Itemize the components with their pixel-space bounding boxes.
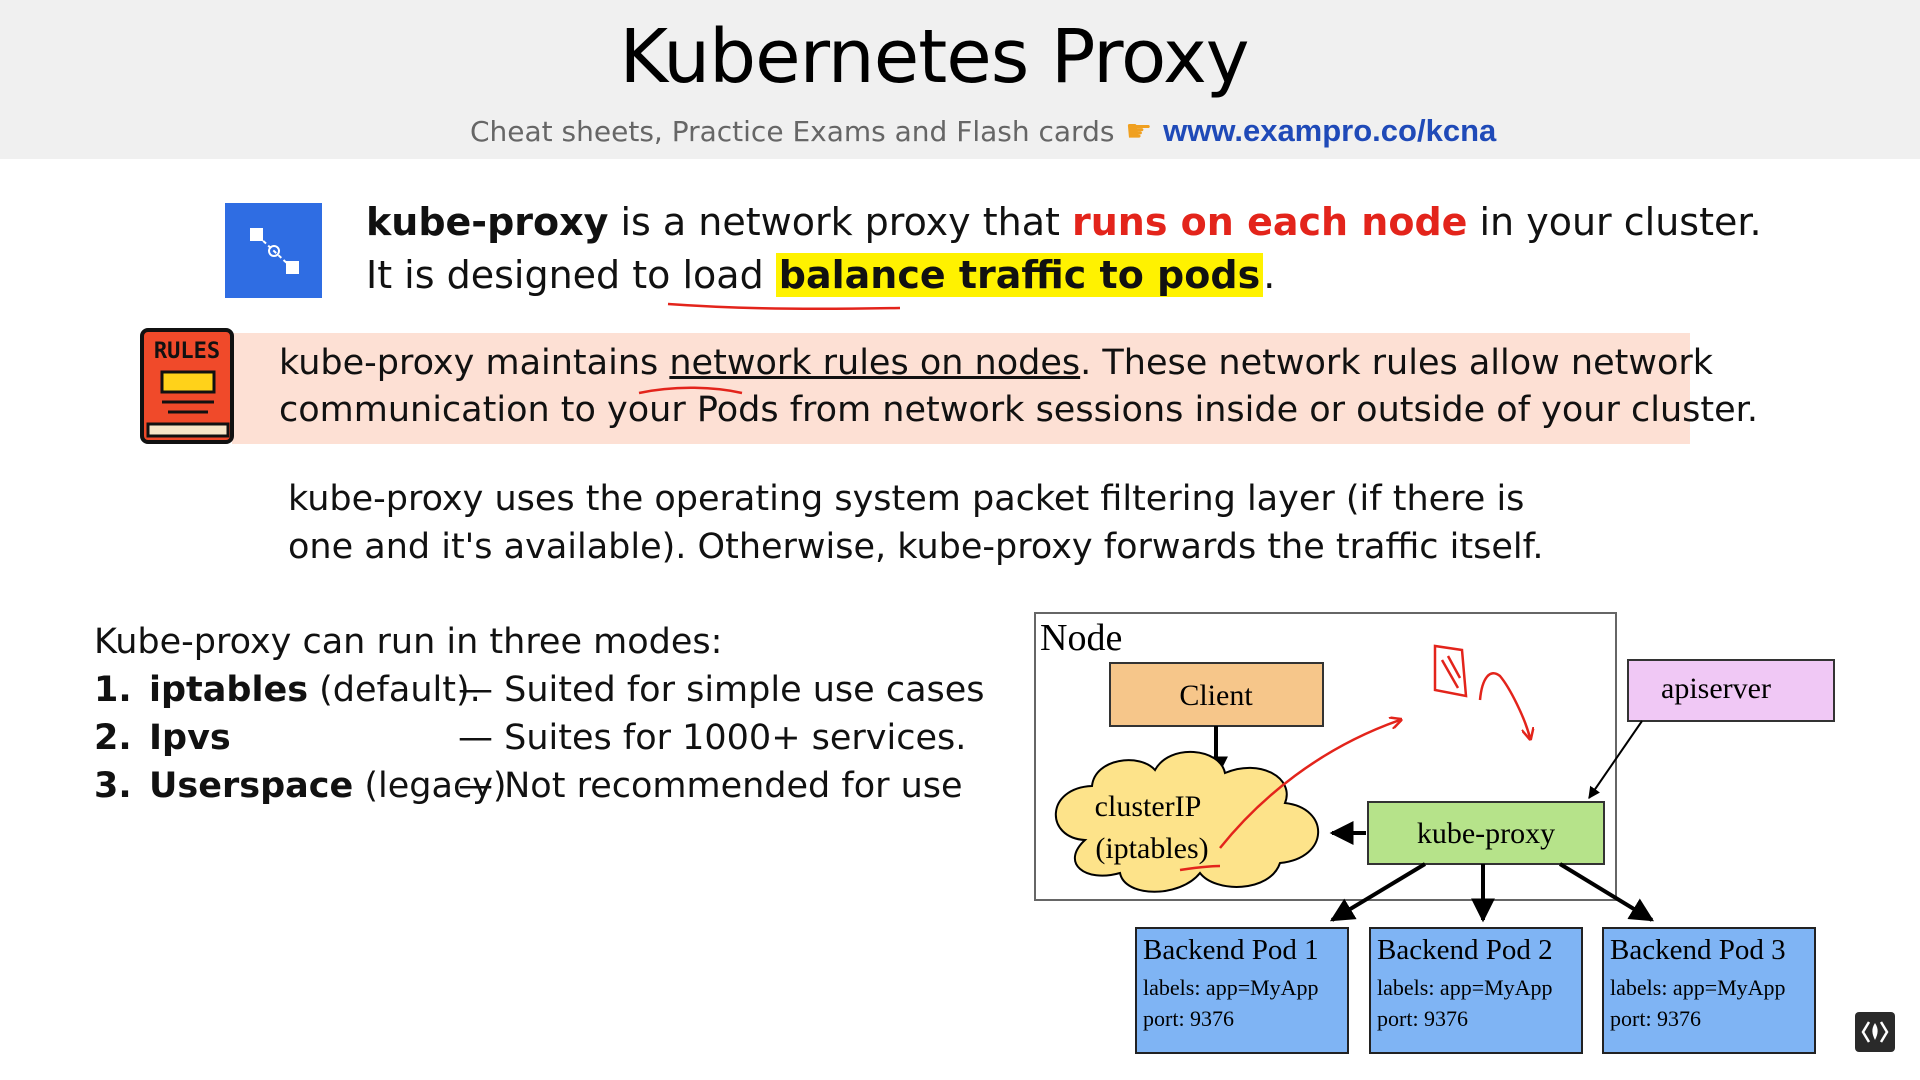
runs-on-each-node-highlight: runs on each node	[1071, 200, 1468, 244]
cluster-ip-label-1: clusterIP	[1095, 790, 1202, 823]
filtering-line-2: one and it's available). Otherwise, kube…	[288, 527, 1544, 567]
cluster-ip-label-2: (iptables)	[1095, 832, 1208, 865]
rules-book-icon: RULES	[140, 328, 236, 446]
intro-line2-b: .	[1263, 253, 1276, 297]
rules-line1-b: . These network rules allow network	[1080, 343, 1714, 383]
handwritten-underline-annotation	[667, 302, 901, 311]
backend-pod-1: Backend Pod 1 labels: app=MyApp port: 93…	[1135, 927, 1349, 1054]
mode-name: Ipvs	[149, 718, 231, 758]
subtitle-text: Cheat sheets, Practice Exams and Flash c…	[470, 115, 1115, 148]
mode-number: 3.	[94, 766, 132, 806]
client-label: Client	[1179, 679, 1253, 712]
pointing-hand-icon: ☛	[1125, 114, 1153, 149]
mode-name: iptables	[149, 670, 309, 710]
intro-text-b: in your cluster.	[1467, 200, 1762, 244]
intro-text-a: is a network proxy that	[608, 200, 1072, 244]
balance-traffic-highlight: balance traffic to pods	[775, 253, 1264, 297]
pod-port: port: 9376	[1610, 1006, 1701, 1031]
mode-name: Userspace	[149, 766, 354, 806]
intro-line-2: It is designed to load balance traffic t…	[366, 253, 1275, 297]
pod-port: port: 9376	[1377, 1006, 1468, 1031]
kube-proxy-diagram: Node Client clusterIP (iptables) kube-pr…	[1034, 612, 1835, 1054]
mode-item-iptables: 1. iptables (default). — Suited for simpl…	[94, 670, 985, 710]
network-rules-underlined: network rules on nodes	[669, 343, 1081, 383]
page-title: Kubernetes Proxy	[619, 14, 1249, 100]
backend-pod-3: Backend Pod 3 labels: app=MyApp port: 93…	[1602, 927, 1816, 1054]
exampro-link[interactable]: www.exampro.co/kcna	[1163, 113, 1496, 148]
channel-logo-icon	[1855, 1012, 1895, 1052]
mode-number: 1.	[94, 670, 132, 710]
mode-description: — Not recommended for use	[458, 766, 963, 806]
rules-icon-label: RULES	[154, 339, 220, 364]
rules-line1-a: kube-proxy maintains	[279, 343, 670, 383]
mode-item-userspace: 3. Userspace (legacy) — Not recommended f…	[94, 766, 963, 806]
handwritten-underline-rules	[638, 386, 743, 395]
header-bar: Kubernetes Proxy Cheat sheets, Practice …	[0, 0, 1920, 159]
mode-item-ipvs: 2. Ipvs — Suites for 1000+ services.	[94, 718, 966, 758]
kube-proxy-term: kube-proxy	[366, 200, 609, 244]
pod-labels: labels: app=MyApp	[1610, 975, 1786, 1000]
filtering-line-1: kube-proxy uses the operating system pac…	[288, 479, 1525, 519]
pod-labels: labels: app=MyApp	[1143, 975, 1319, 1000]
backend-pod-2: Backend Pod 2 labels: app=MyApp port: 93…	[1369, 927, 1583, 1054]
modes-intro: Kube-proxy can run in three modes:	[94, 622, 723, 662]
intro-line-1: kube-proxy is a network proxy that runs …	[366, 200, 1762, 244]
mode-suffix: (default).	[308, 670, 481, 710]
rules-line-2: communication to your Pods from network …	[279, 390, 1758, 430]
mode-number: 2.	[94, 718, 132, 758]
pod-title: Backend Pod 1	[1143, 934, 1319, 966]
pod-port: port: 9376	[1143, 1006, 1234, 1031]
mode-description: — Suited for simple use cases	[458, 670, 985, 710]
pod-labels: labels: app=MyApp	[1377, 975, 1553, 1000]
pod-title: Backend Pod 2	[1377, 934, 1553, 966]
pod-title: Backend Pod 3	[1610, 934, 1786, 966]
node-label: Node	[1040, 617, 1122, 659]
apiserver-label: apiserver	[1661, 672, 1771, 705]
kube-proxy-icon	[225, 203, 322, 298]
kube-proxy-label: kube-proxy	[1417, 817, 1555, 850]
rules-line-1: kube-proxy maintains network rules on no…	[279, 343, 1713, 383]
mode-description: — Suites for 1000+ services.	[458, 718, 967, 758]
subtitle: Cheat sheets, Practice Exams and Flash c…	[470, 113, 1496, 149]
intro-line2-a: It is designed to load	[366, 253, 776, 297]
